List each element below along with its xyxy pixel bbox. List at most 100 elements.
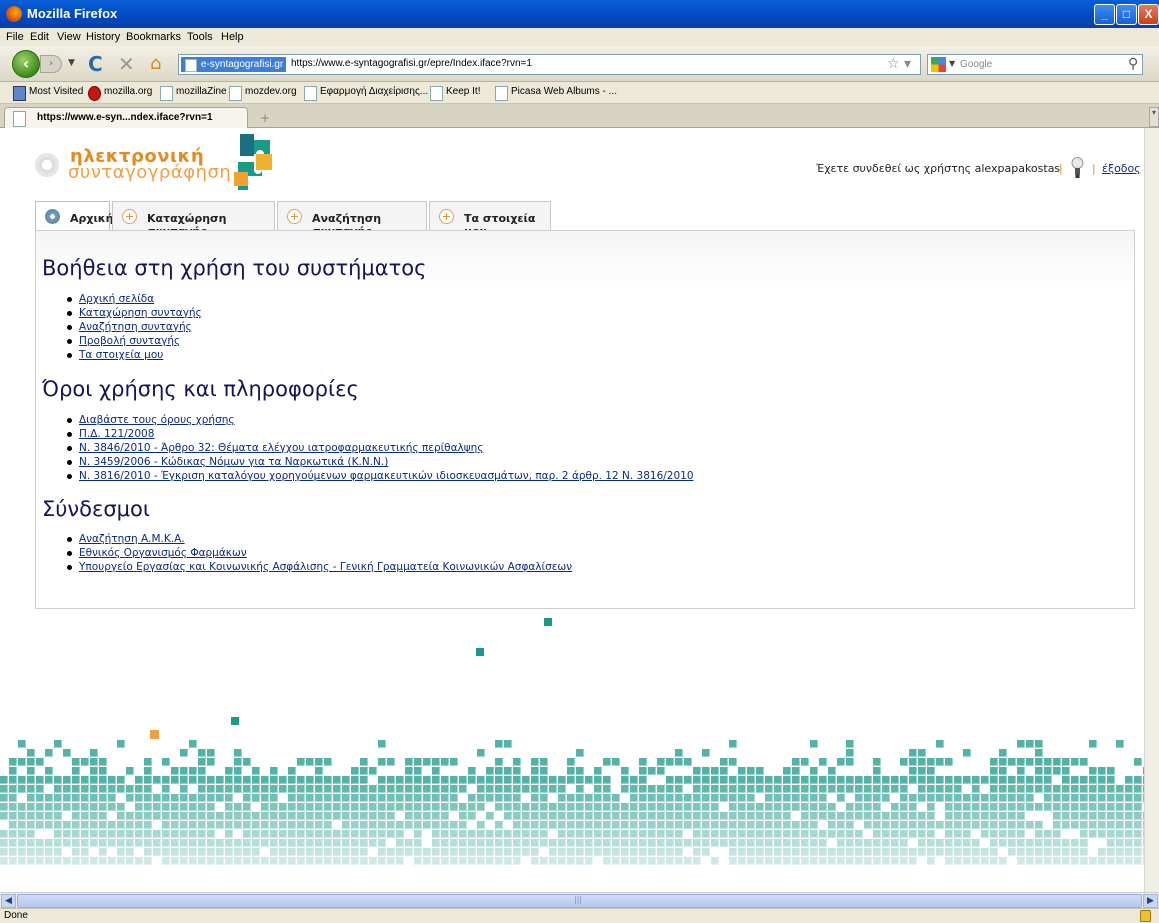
decor-square <box>909 803 917 811</box>
decor-square <box>342 839 350 847</box>
logout-link[interactable]: έξοδος <box>1102 162 1141 175</box>
decor-square <box>675 749 683 757</box>
bookmark-mozilla[interactable]: mozilla.org <box>88 86 152 101</box>
ssl-lock-icon[interactable] <box>1140 910 1151 922</box>
decor-square <box>684 812 692 820</box>
link-terms-of-use[interactable]: Διαβάστε τους όρους χρήσης <box>79 414 235 426</box>
link-register-prescription[interactable]: Καταχώρηση συνταγής <box>79 307 202 319</box>
logo-circle-icon <box>35 153 59 177</box>
history-dropdown-icon[interactable]: ▼ <box>68 58 75 68</box>
menu-history[interactable]: History <box>86 31 120 43</box>
decor-square <box>1062 785 1070 793</box>
menu-view[interactable]: View <box>57 31 81 43</box>
decor-square <box>189 740 197 748</box>
link-home-page[interactable]: Αρχική σελίδα <box>79 293 154 305</box>
decor-square <box>630 776 638 784</box>
decor-square <box>540 812 548 820</box>
bookmark-mozillazine[interactable]: mozillaZine <box>160 86 227 101</box>
decor-square <box>666 812 674 820</box>
decor-square <box>576 803 584 811</box>
decor-square <box>279 848 287 856</box>
new-tab-button[interactable]: + <box>260 111 270 125</box>
bookmark-most-visited[interactable]: Most Visited <box>13 86 83 101</box>
decor-square <box>476 648 484 656</box>
decor-square <box>747 803 755 811</box>
decor-square <box>324 794 332 802</box>
decor-square <box>603 758 611 766</box>
browser-tab[interactable]: https://www.e-syn...ndex.iface?rvn=1 <box>4 107 248 128</box>
decor-square <box>1116 821 1124 829</box>
menu-edit[interactable]: Edit <box>30 31 49 43</box>
vertical-scrollbar[interactable] <box>1144 128 1159 892</box>
decor-square <box>18 812 26 820</box>
decor-square <box>189 812 197 820</box>
bookmark-picasa[interactable]: Picasa Web Albums - ... <box>495 86 617 101</box>
search-bar[interactable]: ▼ Google <box>927 54 1143 75</box>
decor-square <box>792 803 800 811</box>
menu-help[interactable]: Help <box>221 31 244 43</box>
stop-icon[interactable]: ✕ <box>118 52 135 76</box>
decor-square <box>990 776 998 784</box>
decor-square <box>720 839 728 847</box>
link-search-prescription[interactable]: Αναζήτηση συνταγής <box>79 321 192 333</box>
link-law-3816-2010[interactable]: Ν. 3816/2010 - Έγκριση καταλόγου χορηγού… <box>79 470 694 482</box>
tab-register-prescription[interactable]: + Καταχώρηση συνταγής <box>112 201 275 238</box>
bookmark-mozdev[interactable]: mozdev.org <box>229 86 297 101</box>
link-eof[interactable]: Εθνικός Οργανισμός Φαρμάκων <box>79 547 247 559</box>
maximize-button[interactable]: □ <box>1116 4 1137 25</box>
decor-square <box>855 776 863 784</box>
scroll-left-button[interactable]: ◀ <box>1 894 16 908</box>
menu-file[interactable]: File <box>6 31 24 43</box>
url-text[interactable]: https://www.e-syntagografisi.gr/epre/Ind… <box>291 58 532 69</box>
google-icon[interactable] <box>931 57 946 72</box>
link-pd-121-2008[interactable]: Π.Δ. 121/2008 <box>79 428 154 440</box>
bookmark-management-app[interactable]: Εφαρμογή Διαχείρισης... <box>304 86 428 101</box>
decor-square <box>1053 848 1061 856</box>
decor-square <box>324 812 332 820</box>
horizontal-scrollbar[interactable]: ◀ ▶ <box>0 892 1159 908</box>
menu-tools[interactable]: Tools <box>187 31 213 43</box>
decor-square <box>432 785 440 793</box>
scroll-thumb[interactable] <box>17 894 1142 908</box>
url-bar[interactable]: e-syntagografisi.gr https://www.e-syntag… <box>178 54 921 75</box>
decor-square <box>477 776 485 784</box>
link-law-3459-2006[interactable]: Ν. 3459/2006 - Κώδικας Νόμων για τα Ναρκ… <box>79 456 388 468</box>
bookmark-star-icon[interactable]: ☆ ▾ <box>887 56 911 72</box>
decor-square <box>1026 803 1034 811</box>
tab-my-details[interactable]: + Τα στοιχεία μου <box>429 201 551 238</box>
link-amka-search[interactable]: Αναζήτηση Α.Μ.Κ.Α. <box>79 533 185 545</box>
forward-button[interactable]: › <box>40 55 62 73</box>
home-icon[interactable]: ⌂ <box>150 53 161 74</box>
menu-bookmarks[interactable]: Bookmarks <box>126 31 181 43</box>
decor-square <box>504 794 512 802</box>
scroll-right-button[interactable]: ▶ <box>1143 894 1158 908</box>
decor-square <box>306 785 314 793</box>
decor-square <box>576 812 584 820</box>
link-law-3846-2010[interactable]: Ν. 3846/2010 - Άρθρο 32: Θέματα ελέγχου … <box>79 442 483 454</box>
back-button[interactable]: ‹ <box>12 50 40 78</box>
reload-icon[interactable]: C <box>88 52 103 76</box>
close-button[interactable]: X <box>1138 4 1159 25</box>
search-icon[interactable]: ⚲ <box>1128 56 1138 72</box>
site-identity-button[interactable]: e-syntagografisi.gr <box>181 57 287 72</box>
tab-list-button[interactable]: ▾ <box>1149 107 1159 127</box>
decor-square <box>270 848 278 856</box>
tab-home[interactable]: Αρχική <box>35 201 113 232</box>
search-engine-dropdown-icon[interactable]: ▼ <box>949 59 955 68</box>
decor-square <box>738 785 746 793</box>
search-placeholder[interactable]: Google <box>960 59 992 70</box>
decor-square <box>540 839 548 847</box>
bookmark-keep-it[interactable]: Keep It! <box>430 86 480 101</box>
decor-square <box>693 794 701 802</box>
link-ministry-labour[interactable]: Υπουργείο Εργασίας και Κοινωνικής Ασφάλι… <box>79 561 572 573</box>
decor-square <box>279 839 287 847</box>
tab-search-prescription[interactable]: + Αναζήτηση συνταγής <box>277 201 427 238</box>
minimize-button[interactable]: _ <box>1094 4 1115 25</box>
decor-square <box>486 857 494 865</box>
decor-square <box>738 857 746 865</box>
link-view-prescription[interactable]: Προβολή συνταγής <box>79 335 180 347</box>
link-my-details[interactable]: Τα στοιχεία μου <box>79 349 163 361</box>
decor-square <box>234 767 242 775</box>
lightbulb-icon[interactable] <box>1071 156 1084 180</box>
decor-square <box>558 857 566 865</box>
